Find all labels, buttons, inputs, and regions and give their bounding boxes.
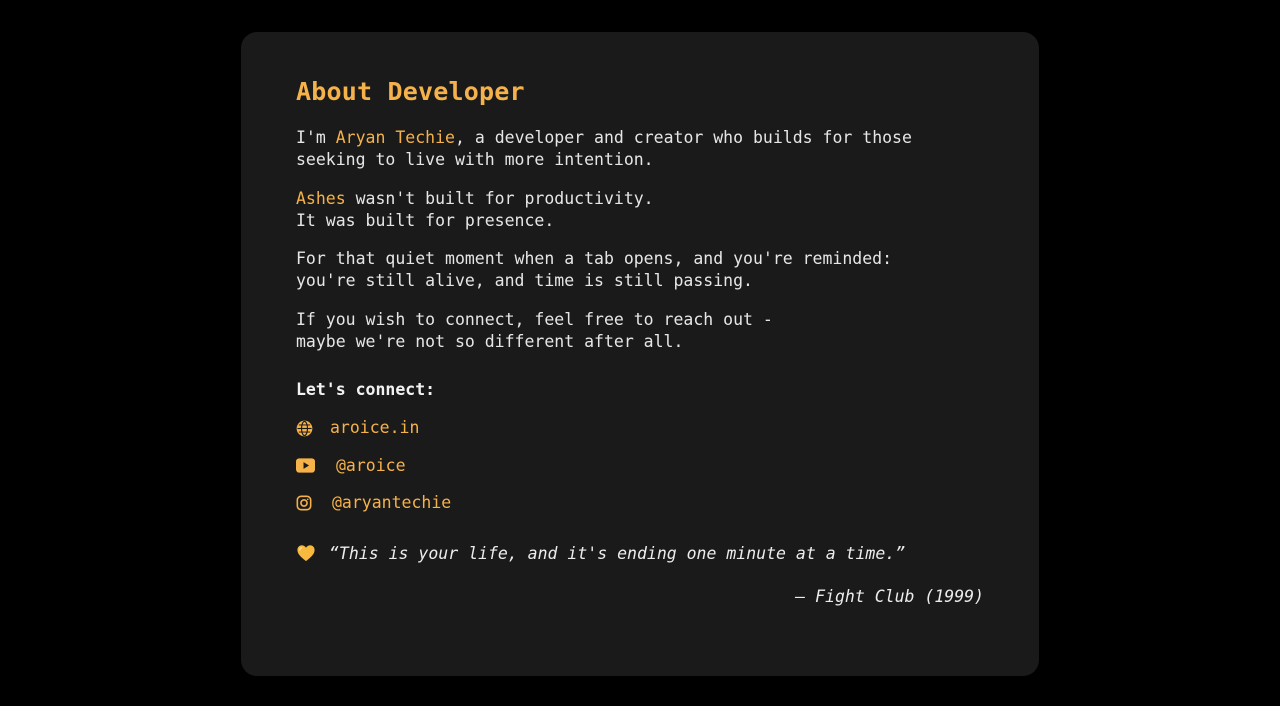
connect-text-line2: maybe we're not so different after all. [296,332,684,351]
page-title: About Developer [296,77,525,106]
connect-text-line1: If you wish to connect, feel free to rea… [296,310,773,329]
globe-icon [296,420,313,437]
heart-icon [296,544,316,562]
instagram-link[interactable]: @aryantechie [296,492,984,514]
intro-paragraph: I'm Aryan Techie, a developer and creato… [296,127,984,171]
quote-row: “This is your life, and it's ending one … [296,542,984,564]
youtube-link-label: @aroice [336,455,406,475]
moment-text-line1: For that quiet moment when a tab opens, … [296,249,893,268]
website-link[interactable]: aroice.in [296,417,984,439]
website-link-label: aroice.in [330,418,420,437]
youtube-icon [296,458,315,473]
moment-paragraph: For that quiet moment when a tab opens, … [296,248,984,292]
social-links: aroice.in @aroice @aryantechie [296,417,984,514]
intro-text-start: I'm [296,128,336,147]
quote-attribution: — Fight Club (1999) [795,587,984,606]
purpose-text: wasn't built for productivity. [345,189,654,208]
developer-name: Aryan Techie [335,128,455,147]
purpose-text-line2: It was built for presence. [296,211,555,230]
app-name: Ashes [296,189,346,208]
moment-text-line2: you're still alive, and time is still pa… [296,271,753,290]
youtube-link[interactable]: @aroice [296,455,984,477]
instagram-link-label: @aryantechie [332,493,452,512]
intro-text-end: , a developer and creator who builds for… [454,128,912,147]
connect-paragraph: If you wish to connect, feel free to rea… [296,309,984,353]
quote-text: “This is your life, and it's ending one … [329,543,906,563]
about-card: About Developer I'm Aryan Techie, a deve… [241,32,1039,676]
intro-text-line2: seeking to live with more intention. [296,150,654,169]
instagram-icon [296,495,312,511]
purpose-paragraph: Ashes wasn't built for productivity. It w… [296,188,984,232]
connect-heading: Let's connect: [296,380,436,399]
